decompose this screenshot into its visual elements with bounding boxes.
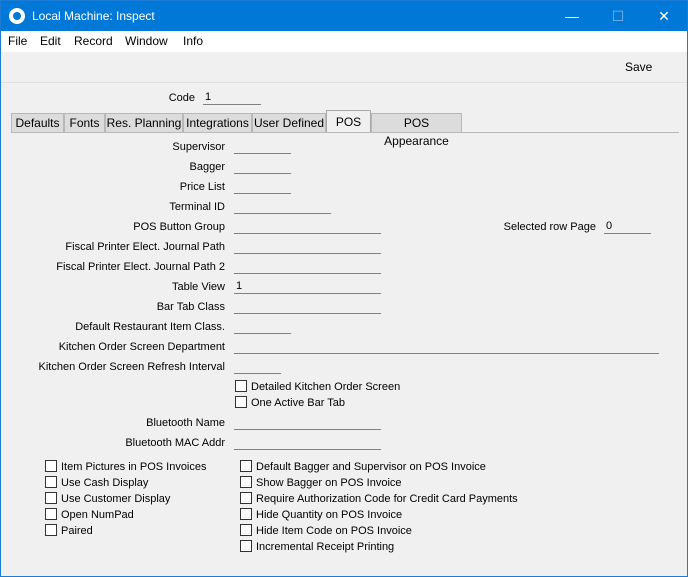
fiscal-path2-label: Fiscal Printer Elect. Journal Path 2 [56, 261, 225, 273]
bagger-label: Bagger [189, 161, 225, 173]
default-restaurant-item-class-label: Default Restaurant Item Class. [75, 321, 225, 333]
fiscal-path-label: Fiscal Printer Elect. Journal Path [65, 241, 225, 253]
bar-tab-class-field[interactable] [234, 301, 381, 314]
default-restaurant-item-class-field[interactable] [234, 321, 291, 334]
menu-window[interactable]: Window [125, 34, 168, 48]
detailed-kitchen-order-screen-label: Detailed Kitchen Order Screen [251, 381, 401, 393]
incremental-receipt-printing-checkbox[interactable] [240, 540, 252, 552]
tab-user-defined[interactable]: User Defined [252, 113, 326, 132]
table-view-label: Table View [172, 281, 225, 293]
tab-defaults[interactable]: Defaults [11, 113, 64, 132]
require-authorization-code-checkbox[interactable] [240, 492, 252, 504]
bluetooth-name-field[interactable] [234, 417, 381, 430]
kitchen-order-screen-department-field[interactable] [234, 341, 659, 354]
fiscal-path2-field[interactable] [234, 261, 381, 274]
hide-item-code-label: Hide Item Code on POS Invoice [256, 525, 412, 537]
open-numpad-label: Open NumPad [61, 509, 134, 521]
use-customer-display-checkbox[interactable] [45, 492, 57, 504]
require-authorization-code-label: Require Authorization Code for Credit Ca… [256, 493, 518, 505]
terminal-id-label: Terminal ID [169, 201, 225, 213]
use-cash-display-checkbox[interactable] [45, 476, 57, 488]
menu-bar: File Edit Record Window Info [1, 31, 687, 52]
close-button[interactable]: ✕ [641, 1, 687, 31]
tab-pos-appearance[interactable]: POS Appearance [371, 113, 462, 148]
kitchen-order-refresh-field[interactable] [234, 361, 281, 374]
paired-checkbox[interactable] [45, 524, 57, 536]
incremental-receipt-printing-label: Incremental Receipt Printing [256, 541, 395, 553]
code-label: Code [168, 92, 195, 104]
tab-res-planning[interactable]: Res. Planning [105, 113, 183, 132]
tab-divider [11, 132, 679, 133]
minimize-button[interactable]: — [549, 1, 595, 31]
bluetooth-mac-field[interactable] [234, 437, 381, 450]
toolbar: Save [1, 52, 687, 83]
supervisor-field[interactable] [234, 141, 291, 154]
hide-quantity-checkbox[interactable] [240, 508, 252, 520]
default-bagger-supervisor-label: Default Bagger and Supervisor on POS Inv… [256, 461, 486, 473]
show-bagger-checkbox[interactable] [240, 476, 252, 488]
price-list-field[interactable] [234, 181, 291, 194]
item-pictures-checkbox[interactable] [45, 460, 57, 472]
window-title: Local Machine: Inspect [32, 9, 155, 23]
hide-item-code-checkbox[interactable] [240, 524, 252, 536]
default-bagger-supervisor-checkbox[interactable] [240, 460, 252, 472]
terminal-id-field[interactable] [234, 201, 331, 214]
pos-button-group-field[interactable] [234, 221, 381, 234]
paired-label: Paired [61, 525, 93, 537]
inspect-window: Local Machine: Inspect — ☐ ✕ File Edit R… [0, 0, 688, 577]
selected-row-page-label: Selected row Page [503, 221, 596, 233]
open-numpad-checkbox[interactable] [45, 508, 57, 520]
save-button[interactable]: Save [625, 60, 652, 74]
maximize-button[interactable]: ☐ [595, 1, 641, 31]
tab-integrations[interactable]: Integrations [183, 113, 252, 132]
fiscal-path-field[interactable] [234, 241, 381, 254]
tab-pos[interactable]: POS [326, 110, 371, 132]
use-cash-display-label: Use Cash Display [61, 477, 149, 489]
use-customer-display-label: Use Customer Display [61, 493, 171, 505]
menu-record[interactable]: Record [74, 34, 113, 48]
bluetooth-mac-label: Bluetooth MAC Addr [125, 437, 225, 449]
price-list-label: Price List [179, 181, 225, 193]
title-bar[interactable]: Local Machine: Inspect — ☐ ✕ [1, 1, 687, 31]
kitchen-order-screen-department-label: Kitchen Order Screen Department [58, 341, 225, 353]
selected-row-page-field[interactable]: 0 [604, 221, 651, 234]
hide-quantity-label: Hide Quantity on POS Invoice [256, 509, 403, 521]
one-active-bar-tab-label: One Active Bar Tab [251, 397, 345, 409]
tab-fonts[interactable]: Fonts [64, 113, 105, 132]
bar-tab-class-label: Bar Tab Class [156, 301, 225, 313]
app-icon [9, 8, 25, 24]
one-active-bar-tab-checkbox[interactable] [235, 396, 247, 408]
menu-edit[interactable]: Edit [40, 34, 61, 48]
bluetooth-name-label: Bluetooth Name [146, 417, 225, 429]
menu-file[interactable]: File [8, 34, 27, 48]
pos-button-group-label: POS Button Group [133, 221, 225, 233]
show-bagger-label: Show Bagger on POS Invoice [256, 477, 402, 489]
code-field[interactable]: 1 [203, 92, 261, 105]
bagger-field[interactable] [234, 161, 291, 174]
kitchen-order-refresh-label: Kitchen Order Screen Refresh Interval [38, 361, 225, 373]
item-pictures-label: Item Pictures in POS Invoices [61, 461, 207, 473]
detailed-kitchen-order-screen-checkbox[interactable] [235, 380, 247, 392]
menu-info[interactable]: Info [183, 34, 203, 48]
table-view-field[interactable]: 1 [234, 281, 381, 294]
supervisor-label: Supervisor [172, 141, 225, 153]
